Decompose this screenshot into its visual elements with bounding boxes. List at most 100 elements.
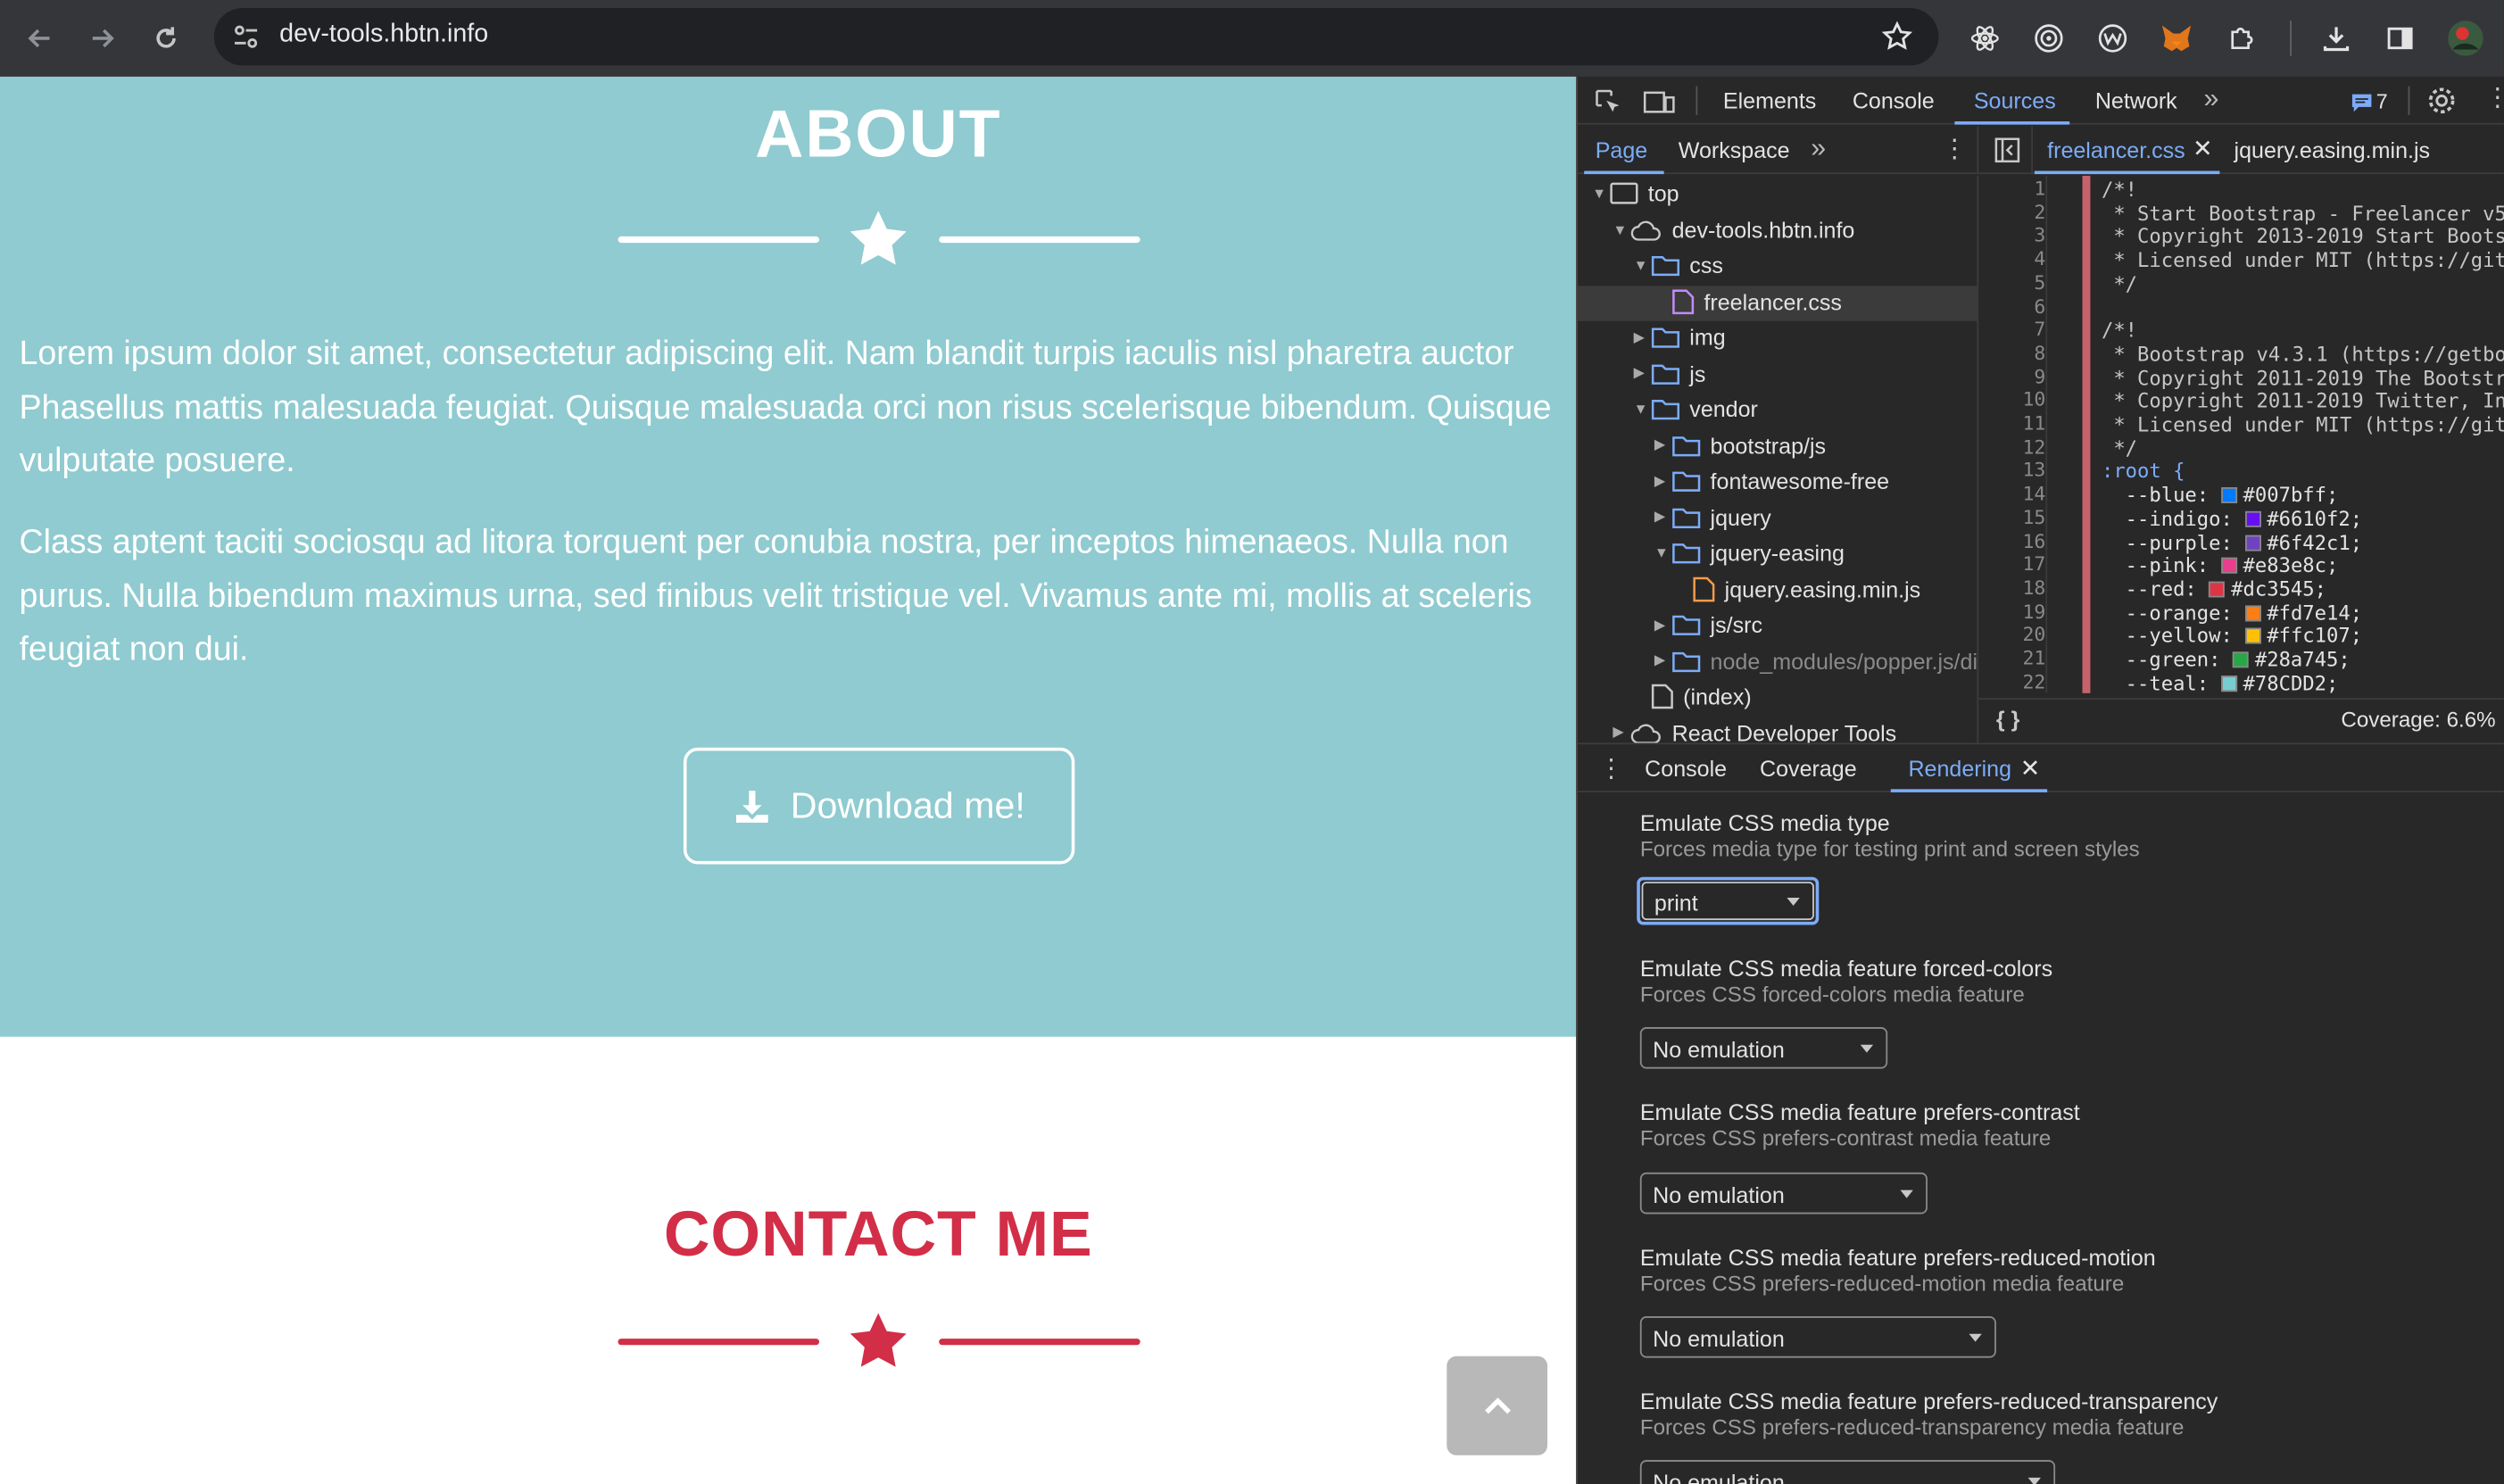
color-swatch[interactable] [2232, 651, 2249, 668]
line-number[interactable]: 8 [1985, 342, 2045, 364]
expanded-arrow-icon[interactable]: ▼ [1634, 401, 1652, 417]
forward-button[interactable] [79, 16, 124, 61]
line-number[interactable]: 3 [1985, 224, 2045, 246]
close-tab-icon[interactable]: ✕ [2020, 754, 2041, 783]
line-number[interactable]: 13 [1985, 459, 2045, 481]
tree-item[interactable]: ▶ bootstrap/js [1654, 427, 1826, 462]
close-tab-icon[interactable]: ✕ [2193, 134, 2213, 162]
collapsed-arrow-icon[interactable]: ▶ [1613, 724, 1630, 742]
side-panel-button[interactable] [2379, 18, 2421, 60]
line-number[interactable]: 10 [1985, 389, 2045, 411]
editor-tab-jquery-easing[interactable]: jquery.easing.min.js [2235, 137, 2431, 163]
line-number[interactable]: 19 [1985, 600, 2045, 622]
collapsed-arrow-icon[interactable]: ▶ [1654, 616, 1672, 634]
tab-network[interactable]: Network [2095, 87, 2177, 113]
line-number[interactable]: 20 [1985, 624, 2045, 646]
profile-avatar[interactable] [2445, 18, 2487, 60]
color-swatch[interactable] [2220, 558, 2237, 574]
react-devtools-extension[interactable] [1964, 18, 2006, 60]
tree-item[interactable]: jquery.easing.min.js [1675, 571, 1920, 606]
tree-item[interactable]: ▶ js/src [1654, 607, 1762, 642]
line-number[interactable]: 4 [1985, 248, 2045, 270]
tree-item[interactable]: (index) [1634, 679, 1752, 714]
line-number[interactable]: 15 [1985, 506, 2045, 528]
drawer-tab-coverage[interactable]: Coverage [1760, 756, 1857, 782]
reduced-transparency-select[interactable]: No emulation [1639, 1460, 2056, 1484]
inspect-element-icon[interactable] [1594, 87, 1622, 116]
url-text[interactable]: dev-tools.hbtn.info [279, 21, 488, 49]
color-swatch[interactable] [2220, 675, 2237, 692]
drawer-tab-console[interactable]: Console [1645, 756, 1727, 782]
scroll-to-top-button[interactable] [1447, 1355, 1548, 1455]
tree-item[interactable]: ▼ vendor [1634, 392, 1758, 427]
address-bar[interactable]: dev-tools.hbtn.info [213, 7, 1939, 66]
line-number[interactable]: 17 [1985, 553, 2045, 576]
back-button[interactable] [18, 16, 62, 61]
color-swatch[interactable] [2244, 534, 2261, 551]
expanded-arrow-icon[interactable]: ▼ [1613, 221, 1630, 237]
gear-icon[interactable] [2427, 87, 2456, 115]
tree-item[interactable]: ▶ js [1634, 355, 1706, 390]
expanded-arrow-icon[interactable]: ▼ [1592, 186, 1610, 202]
downloads-button[interactable] [2316, 18, 2358, 60]
tree-item[interactable]: ▶ node_modules/popper.js/di [1654, 643, 1977, 678]
more-tabs-icon[interactable]: » [1811, 133, 1826, 165]
color-swatch[interactable] [2244, 604, 2261, 621]
code-editor[interactable]: 1 2 3 4 5 6 7 8 9 10 11 12 13 14 15 16 17 18 19 20 21 22/*! *… [1978, 175, 2504, 693]
w-extension[interactable] [2092, 18, 2134, 60]
tree-item[interactable]: ▼ jquery-easing [1654, 535, 1845, 570]
device-toolbar-icon[interactable] [1643, 87, 1675, 116]
line-number[interactable]: 14 [1985, 483, 2045, 505]
expanded-arrow-icon[interactable]: ▼ [1654, 544, 1672, 560]
tab-elements[interactable]: Elements [1723, 87, 1816, 113]
tab-console[interactable]: Console [1853, 87, 1935, 113]
line-number[interactable]: 2 [1985, 201, 2045, 223]
drawer-tab-rendering[interactable]: Rendering [1908, 756, 2011, 782]
line-number[interactable]: 22 [1985, 670, 2045, 692]
expanded-arrow-icon[interactable]: ▼ [1634, 257, 1652, 273]
tab-workspace[interactable]: Workspace [1679, 137, 1790, 163]
line-number[interactable]: 9 [1985, 365, 2045, 387]
reduced-motion-select[interactable]: No emulation [1639, 1316, 1996, 1358]
site-info-icon[interactable] [231, 24, 260, 50]
tree-item[interactable]: ▼ top [1592, 176, 1679, 211]
tree-item[interactable]: ▶ img [1634, 319, 1726, 354]
line-number[interactable]: 1 [1985, 178, 2045, 200]
line-number[interactable]: 6 [1985, 294, 2045, 317]
tree-item[interactable]: ▼ css [1634, 247, 1723, 282]
collapsed-arrow-icon[interactable]: ▶ [1654, 472, 1672, 490]
line-number[interactable]: 18 [1985, 576, 2045, 599]
toggle-navigator-icon[interactable] [1994, 137, 2020, 163]
line-number[interactable]: 5 [1985, 271, 2045, 294]
bookmark-star-icon[interactable] [1881, 21, 1913, 53]
reload-button[interactable] [144, 16, 188, 61]
color-swatch[interactable] [2209, 581, 2226, 598]
editor-tab-freelancer-css[interactable]: freelancer.css [2047, 137, 2185, 163]
issues-count[interactable]: 7 [2376, 89, 2388, 113]
collapsed-arrow-icon[interactable]: ▶ [1654, 651, 1672, 669]
line-number[interactable]: 12 [1985, 435, 2045, 458]
prefers-contrast-select[interactable]: No emulation [1639, 1172, 1928, 1215]
tree-item[interactable]: ▶ React Developer Tools [1613, 715, 1896, 744]
collapsed-arrow-icon[interactable]: ▶ [1654, 508, 1672, 526]
issues-icon[interactable] [2351, 93, 2373, 112]
color-swatch[interactable] [2220, 487, 2237, 504]
collapsed-arrow-icon[interactable]: ▶ [1654, 436, 1672, 454]
extensions-button[interactable] [2221, 18, 2263, 60]
kebab-menu-icon[interactable]: ⋮ [2484, 81, 2503, 113]
line-number[interactable]: 16 [1985, 529, 2045, 551]
tree-item[interactable]: ▶ jquery [1654, 499, 1771, 534]
media-type-select[interactable]: print [1637, 876, 1820, 925]
kebab-menu-icon[interactable]: ⋮ [1942, 133, 1968, 165]
target-extension[interactable] [2028, 18, 2070, 60]
tree-item[interactable]: ▶ fontawesome-free [1654, 463, 1889, 498]
pretty-print-icon[interactable]: { } [1996, 706, 2019, 732]
tab-page[interactable]: Page [1596, 137, 1648, 163]
forced-colors-select[interactable]: No emulation [1639, 1027, 1888, 1069]
line-number[interactable]: 7 [1985, 319, 2045, 341]
color-swatch[interactable] [2244, 628, 2261, 644]
tab-sources[interactable]: Sources [1974, 87, 2056, 113]
metamask-extension[interactable] [2156, 18, 2198, 60]
collapsed-arrow-icon[interactable]: ▶ [1634, 328, 1652, 346]
line-number[interactable]: 21 [1985, 647, 2045, 669]
